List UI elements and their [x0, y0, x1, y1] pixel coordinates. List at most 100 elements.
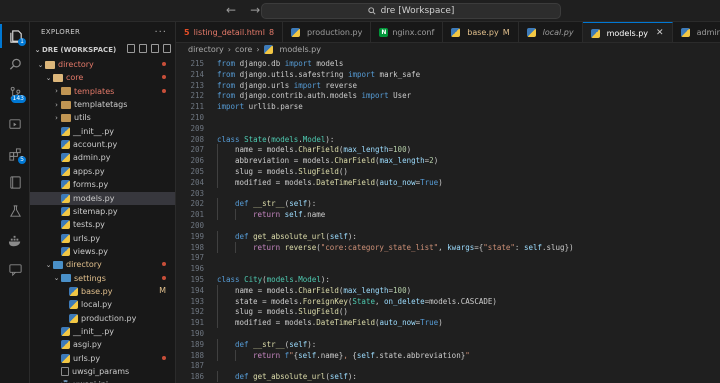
file-icon — [61, 367, 69, 377]
testing-activity[interactable] — [0, 199, 30, 223]
python-file-icon — [61, 246, 70, 256]
file-row[interactable]: account.py — [30, 138, 175, 151]
tree-item-label: asgi.py — [73, 340, 102, 350]
code-token: on_delete — [384, 296, 425, 306]
line-number: 207 — [190, 145, 204, 155]
tab-listing-detail-html[interactable]: 5 listing_detail.html 8 — [176, 22, 284, 42]
folder-row[interactable]: › templatetags — [30, 98, 175, 111]
folder-row[interactable]: ⌄ directory — [30, 58, 175, 71]
breadcrumb-item[interactable]: models.py — [280, 45, 321, 54]
tab-nginx-conf[interactable]: Nnginx.conf — [371, 22, 444, 42]
collapse-all-icon[interactable] — [163, 44, 171, 53]
code-token: import — [361, 91, 389, 101]
code-token: urllib.parse — [244, 102, 303, 112]
python-file-icon — [263, 45, 273, 54]
source-control-activity[interactable]: 143 — [0, 81, 30, 105]
file-tree: ⌄ directory ⌄ core › templates › templatetags › u… — [30, 58, 175, 383]
code-token: def — [235, 231, 254, 241]
git-status-dot — [162, 75, 166, 80]
python-file-icon — [61, 233, 70, 243]
folder-row[interactable]: ⌄ core — [30, 71, 175, 84]
file-row[interactable]: base.py M — [30, 285, 175, 298]
breadcrumb-item[interactable]: core — [235, 45, 252, 54]
line-number: 215 — [190, 59, 204, 68]
indent-guide — [217, 144, 218, 156]
code-line: 189 def __str__(self): — [176, 338, 720, 350]
search-activity[interactable] — [0, 52, 30, 76]
tab-local-py[interactable]: local.py — [519, 22, 583, 42]
code-line: 194 name = models.CharField(max_length=10… — [176, 284, 720, 296]
code-token: def — [235, 199, 254, 209]
line-number: 199 — [190, 231, 204, 241]
file-row[interactable]: sitemap.py — [30, 205, 175, 218]
code-line: 190 — [176, 328, 720, 339]
file-row[interactable]: views.py — [30, 245, 175, 258]
close-icon[interactable]: ✕ — [656, 28, 664, 38]
explorer-title: EXPLORER — [41, 28, 81, 36]
code-token: modified = models. — [235, 177, 317, 187]
python-file-icon — [61, 180, 70, 190]
tab-production-py[interactable]: production.py — [283, 22, 372, 42]
code-line: 215 from django.db import models — [176, 58, 720, 69]
docker-icon — [8, 235, 20, 246]
run-debug-activity[interactable] — [0, 112, 30, 136]
more-actions-icon[interactable]: ··· — [154, 27, 167, 38]
file-row[interactable]: uwsgi_params — [30, 365, 175, 378]
code-token: DateTimeField — [316, 177, 375, 187]
line-number: 214 — [190, 69, 204, 79]
workspace-row[interactable]: ⌄ DRE (WORKSPACE) — [30, 42, 175, 58]
extensions-activity[interactable]: 5 — [0, 142, 30, 166]
file-row[interactable]: tests.py — [30, 218, 175, 231]
file-row[interactable]: models.py — [30, 191, 175, 205]
tab-label: models.py — [606, 28, 649, 38]
explorer-header: EXPLORER ··· — [30, 22, 175, 42]
file-row[interactable]: production.py — [30, 312, 175, 325]
file-row[interactable]: forms.py — [30, 178, 175, 191]
code-line: 203 — [176, 188, 720, 199]
new-folder-icon[interactable] — [139, 44, 147, 53]
forward-arrow-icon[interactable]: → — [250, 3, 260, 17]
file-row[interactable]: asgi.py — [30, 338, 175, 351]
code-text: import urllib.parse — [217, 102, 303, 111]
new-file-icon[interactable] — [127, 44, 135, 53]
code-text: def get_absolute_url(self): — [235, 232, 357, 241]
breadcrumb-item[interactable]: directory — [188, 45, 224, 54]
refresh-icon[interactable] — [151, 44, 159, 53]
code-token: import — [293, 80, 321, 90]
indent-guide — [217, 209, 218, 221]
file-row[interactable]: local.py — [30, 298, 175, 311]
code-line: 205 slug = models.SlugField() — [176, 166, 720, 177]
notebook-activity[interactable] — [0, 170, 30, 194]
indent-guide — [217, 166, 218, 177]
code-token: max_length — [343, 145, 389, 155]
folder-row[interactable]: ⌄ directory — [30, 258, 175, 271]
explorer-activity[interactable]: 1 — [0, 24, 30, 48]
tree-item-label: views.py — [73, 246, 108, 256]
code-token: , — [374, 296, 385, 306]
tab-models-py[interactable]: models.py ✕ — [582, 22, 673, 42]
extensions-badge: 5 — [18, 156, 26, 164]
command-center-search[interactable]: dre [Workspace] — [261, 3, 561, 19]
tab-base-py[interactable]: base.py M — [443, 22, 519, 42]
file-row[interactable]: __init__.py — [30, 125, 175, 138]
file-row[interactable]: uwsgi.ini — [30, 378, 175, 383]
code-token: max_length — [379, 156, 425, 166]
file-row[interactable]: urls.py — [30, 232, 175, 245]
code-token: , — [438, 242, 448, 252]
docker-activity[interactable] — [0, 229, 30, 253]
file-row[interactable]: urls.py — [30, 352, 175, 365]
file-row[interactable]: admin.py — [30, 151, 175, 164]
folder-row[interactable]: › templates — [30, 85, 175, 98]
tab-admin-py[interactable]: admin.py — [673, 22, 720, 42]
remote-explorer-activity[interactable] — [0, 257, 30, 281]
code-line: 192 slug = models.SlugField() — [176, 306, 720, 318]
file-row[interactable]: apps.py — [30, 165, 175, 178]
code-editor[interactable]: 215 from django.db import models 214 from d… — [176, 56, 720, 383]
code-text: from django.db import models — [217, 59, 343, 68]
code-text: from django.contrib.auth.models import U… — [217, 91, 411, 100]
tab-status: 8 — [268, 28, 275, 37]
back-arrow-icon[interactable]: ← — [226, 3, 236, 17]
file-row[interactable]: __init__.py — [30, 325, 175, 338]
folder-row[interactable]: › utils — [30, 111, 175, 124]
folder-row[interactable]: ⌄ settings — [30, 272, 175, 285]
